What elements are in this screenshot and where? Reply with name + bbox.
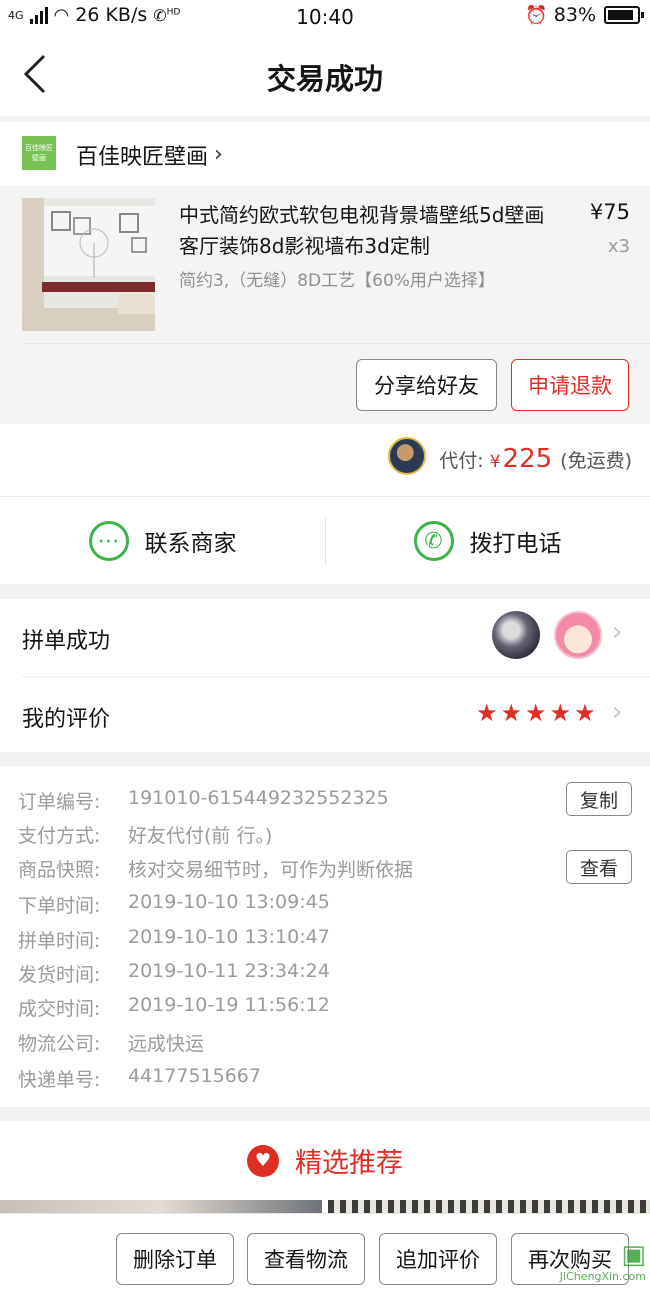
info-key: 下单时间:	[18, 895, 101, 917]
ship-time-row: 发货时间: 2019-10-11 23:34:24	[18, 960, 330, 987]
info-value: 远成快运	[128, 1033, 205, 1055]
product-price: ¥75	[589, 200, 630, 224]
product-photo	[22, 198, 155, 331]
contact-merchant-label: 联系商家	[144, 531, 237, 557]
info-value: 2019-10-19 11:56:12	[128, 994, 330, 1016]
deal-time-row: 成交时间: 2019-10-19 11:56:12	[18, 994, 330, 1021]
page-title: 交易成功	[266, 62, 383, 96]
battery-percent: 83%	[553, 4, 596, 26]
snapshot-row: 商品快照: 核对交易细节时，可作为判断依据	[18, 855, 413, 882]
payment-method-row: 支付方式: 好友代付(前 行。)	[18, 821, 272, 848]
view-logistics-button[interactable]: 查看物流	[247, 1233, 365, 1285]
group-time-row: 拼单时间: 2019-10-10 13:10:47	[18, 926, 330, 953]
status-right: ⏰ 83%	[525, 4, 644, 26]
info-value: 好友代付(前 行。)	[128, 825, 273, 847]
watermark-text: JiChengXin.com	[559, 1270, 646, 1283]
delete-order-button[interactable]: 删除订单	[116, 1233, 234, 1285]
logistics-company-row: 物流公司: 远成快运	[18, 1029, 204, 1056]
shop-logo: 百佳映匠壁画	[22, 136, 56, 170]
info-value: 44177515667	[128, 1065, 261, 1087]
product-spec: 简约3,（无缝）8D工艺【60%用户选择】	[179, 271, 495, 291]
payer-avatar[interactable]	[388, 437, 426, 475]
alarm-icon: ⏰	[525, 4, 548, 26]
info-key: 商品快照:	[18, 859, 101, 881]
rating-stars: ★ ★ ★ ★ ★	[476, 699, 596, 727]
heart-icon: ♥	[247, 1144, 279, 1177]
product-quantity: x3	[607, 236, 630, 257]
product-card[interactable]: 中式简约欧式软包电视背景墙壁纸5d壁画客厅装饰8d影视墙布3d定制 简约3,（无…	[0, 186, 650, 424]
info-key: 快递单号:	[18, 1069, 101, 1091]
order-info: 订单编号: 191010-615449232552325 复制 支付方式: 好友…	[0, 766, 650, 1107]
phone-icon: ✆	[413, 521, 454, 561]
info-key: 物流公司:	[18, 1033, 101, 1055]
recommend-title: 精选推荐	[295, 1148, 403, 1179]
info-key: 成交时间:	[18, 998, 101, 1020]
title-bar: 交易成功	[0, 34, 650, 116]
view-snapshot-button[interactable]: 查看	[566, 850, 632, 884]
info-key: 订单编号:	[18, 791, 101, 813]
star-icon: ★	[549, 699, 572, 727]
payment-row: 代付: ¥ 225 (免运费)	[0, 424, 650, 496]
my-review-label: 我的评价	[22, 707, 111, 732]
contact-merchant-button[interactable]: ⋯ 联系商家	[0, 497, 325, 585]
contact-row: ⋯ 联系商家 ✆ 拨打电话	[0, 496, 650, 584]
recommend-section: ♥ 精选推荐	[0, 1121, 650, 1201]
group-success-label: 拼单成功	[22, 629, 111, 654]
info-value: 2019-10-11 23:34:24	[128, 960, 330, 982]
star-icon: ★	[476, 699, 498, 727]
payment-summary: 代付: ¥ 225 (免运费)	[439, 444, 632, 474]
group-success-row[interactable]: 拼单成功 ›	[0, 599, 650, 676]
order-time-row: 下单时间: 2019-10-10 13:09:45	[18, 891, 330, 918]
battery-icon	[604, 6, 644, 24]
shipping-note: (免运费)	[560, 450, 632, 472]
currency-symbol: ¥	[489, 452, 501, 472]
star-icon: ★	[500, 699, 523, 727]
info-key: 发货时间:	[18, 964, 101, 986]
copy-button[interactable]: 复制	[566, 782, 632, 816]
group-member-avatar	[554, 611, 602, 659]
order-number-row: 订单编号: 191010-615449232552325	[18, 787, 389, 814]
info-value: 191010-615449232552325	[128, 787, 389, 809]
status-bar: 4G ◠ 26 KB/s ✆HD 10:40 ⏰ 83%	[0, 0, 650, 34]
watermark: ▣ JiChengXin.com	[526, 1240, 646, 1296]
add-review-button[interactable]: 追加评价	[379, 1233, 497, 1285]
refund-button[interactable]: 申请退款	[511, 359, 629, 411]
divider	[22, 343, 650, 344]
chevron-right-icon: ›	[612, 617, 623, 647]
star-icon: ★	[574, 699, 596, 727]
chat-icon: ⋯	[88, 521, 129, 561]
group-review-section: 拼单成功 › 我的评价 › ★ ★ ★ ★ ★	[0, 599, 650, 752]
group-member-avatar	[492, 611, 540, 659]
shop-name[interactable]: 百佳映匠壁画	[76, 139, 208, 171]
chevron-right-icon: ›	[214, 142, 223, 167]
tracking-number-row: 快递单号: 44177515667	[18, 1065, 261, 1092]
call-phone-button[interactable]: ✆ 拨打电话	[325, 497, 650, 585]
share-button[interactable]: 分享给好友	[356, 359, 497, 411]
payment-amount: 225	[502, 444, 553, 474]
info-value: 2019-10-10 13:10:47	[128, 926, 330, 948]
chevron-right-icon: ›	[612, 697, 623, 727]
info-value: 核对交易细节时，可作为判断依据	[128, 859, 414, 881]
shop-row[interactable]: 百佳映匠壁画 百佳映匠壁画 ›	[0, 122, 650, 186]
watermark-logo: ▣	[621, 1240, 646, 1270]
info-key: 支付方式:	[18, 825, 101, 847]
product-title[interactable]: 中式简约欧式软包电视背景墙壁纸5d壁画客厅装饰8d影视墙布3d定制	[179, 200, 559, 262]
info-value: 2019-10-10 13:09:45	[128, 891, 330, 913]
call-phone-label: 拨打电话	[469, 531, 562, 557]
recommend-header: ♥ 精选推荐	[0, 1141, 650, 1180]
bottom-action-bar: 删除订单 查看物流 追加评价 再次购买 ▣ JiChengXin.com	[0, 1213, 650, 1300]
star-icon: ★	[525, 699, 547, 727]
payment-label: 代付:	[439, 450, 484, 472]
product-image[interactable]	[22, 198, 155, 331]
info-key: 拼单时间:	[18, 930, 101, 952]
